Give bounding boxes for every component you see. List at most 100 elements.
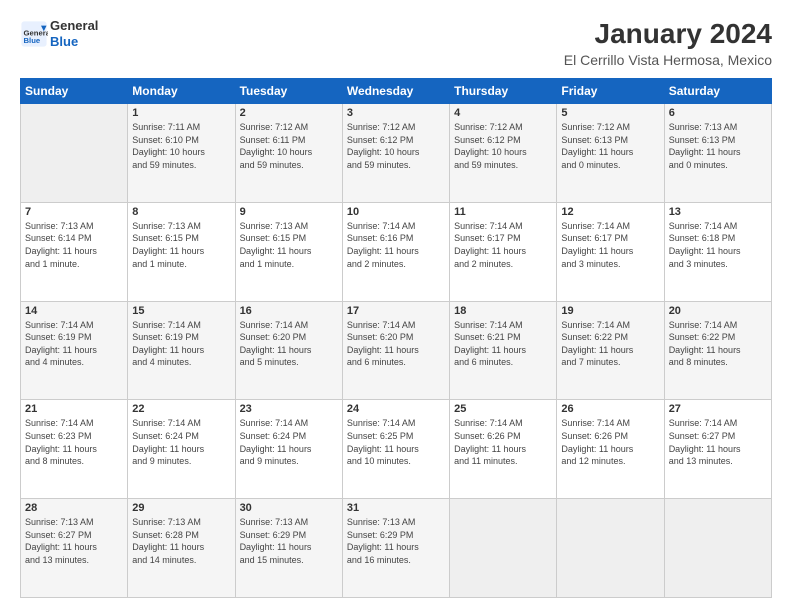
day-info: Sunrise: 7:14 AMSunset: 6:24 PMDaylight:… [132, 417, 230, 467]
calendar-cell: 22 Sunrise: 7:14 AMSunset: 6:24 PMDayligh… [128, 400, 235, 499]
title-block: January 2024 El Cerrillo Vista Hermosa, … [564, 18, 772, 68]
calendar-week-1: 1 Sunrise: 7:11 AMSunset: 6:10 PMDaylight… [21, 104, 772, 203]
day-info: Sunrise: 7:12 AMSunset: 6:13 PMDaylight:… [561, 121, 659, 171]
calendar-week-5: 28Sunrise: 7:13 AMSunset: 6:27 PMDayligh… [21, 499, 772, 598]
calendar-cell: 3 Sunrise: 7:12 AMSunset: 6:12 PMDaylight… [342, 104, 449, 203]
day-number: 29 [132, 502, 230, 514]
day-number: 6 [669, 107, 767, 119]
day-info: Sunrise: 7:14 AMSunset: 6:17 PMDaylight:… [561, 220, 659, 270]
day-info: Sunrise: 7:14 AMSunset: 6:26 PMDaylight:… [561, 417, 659, 467]
calendar-header-tuesday: Tuesday [235, 79, 342, 104]
calendar-cell: 7 Sunrise: 7:13 AMSunset: 6:14 PMDaylight… [21, 202, 128, 301]
day-number: 3 [347, 107, 445, 119]
day-number: 20 [669, 305, 767, 317]
calendar-cell: 13 Sunrise: 7:14 AMSunset: 6:18 PMDayligh… [664, 202, 771, 301]
calendar-cell: 20 Sunrise: 7:14 AMSunset: 6:22 PMDayligh… [664, 301, 771, 400]
day-info: Sunrise: 7:14 AMSunset: 6:19 PMDaylight:… [132, 319, 230, 369]
day-number: 13 [669, 206, 767, 218]
day-number: 7 [25, 206, 123, 218]
day-info: Sunrise: 7:14 AMSunset: 6:20 PMDaylight:… [347, 319, 445, 369]
calendar-header-monday: Monday [128, 79, 235, 104]
day-info: Sunrise: 7:13 AMSunset: 6:28 PMDaylight:… [132, 516, 230, 566]
page: General Blue General Blue January 2024 E… [0, 0, 792, 612]
day-number: 31 [347, 502, 445, 514]
day-info: Sunrise: 7:13 AMSunset: 6:29 PMDaylight:… [347, 516, 445, 566]
day-info: Sunrise: 7:12 AMSunset: 6:12 PMDaylight:… [347, 121, 445, 171]
calendar-cell: 24 Sunrise: 7:14 AMSunset: 6:25 PMDayligh… [342, 400, 449, 499]
day-info: Sunrise: 7:14 AMSunset: 6:19 PMDaylight:… [25, 319, 123, 369]
calendar-cell: 30Sunrise: 7:13 AMSunset: 6:29 PMDayligh… [235, 499, 342, 598]
calendar-cell: 18 Sunrise: 7:14 AMSunset: 6:21 PMDayligh… [450, 301, 557, 400]
day-number: 1 [132, 107, 230, 119]
calendar-cell: 21 Sunrise: 7:14 AMSunset: 6:23 PMDayligh… [21, 400, 128, 499]
day-number: 26 [561, 403, 659, 415]
calendar-week-4: 21 Sunrise: 7:14 AMSunset: 6:23 PMDayligh… [21, 400, 772, 499]
day-info: Sunrise: 7:13 AMSunset: 6:15 PMDaylight:… [132, 220, 230, 270]
calendar-header-sunday: Sunday [21, 79, 128, 104]
day-info: Sunrise: 7:11 AMSunset: 6:10 PMDaylight:… [132, 121, 230, 171]
calendar-cell: 9 Sunrise: 7:13 AMSunset: 6:15 PMDaylight… [235, 202, 342, 301]
calendar-cell: 10 Sunrise: 7:14 AMSunset: 6:16 PMDayligh… [342, 202, 449, 301]
calendar-cell: 17 Sunrise: 7:14 AMSunset: 6:20 PMDayligh… [342, 301, 449, 400]
calendar-cell: 5 Sunrise: 7:12 AMSunset: 6:13 PMDaylight… [557, 104, 664, 203]
day-info: Sunrise: 7:14 AMSunset: 6:24 PMDaylight:… [240, 417, 338, 467]
calendar-cell: 2Sunrise: 7:12 AMSunset: 6:11 PMDaylight… [235, 104, 342, 203]
calendar-cell: 16 Sunrise: 7:14 AMSunset: 6:20 PMDayligh… [235, 301, 342, 400]
day-number: 22 [132, 403, 230, 415]
calendar-cell: 19Sunrise: 7:14 AMSunset: 6:22 PMDayligh… [557, 301, 664, 400]
day-number: 18 [454, 305, 552, 317]
calendar-week-2: 7 Sunrise: 7:13 AMSunset: 6:14 PMDaylight… [21, 202, 772, 301]
day-info: Sunrise: 7:14 AMSunset: 6:27 PMDaylight:… [669, 417, 767, 467]
svg-text:Blue: Blue [24, 36, 41, 45]
calendar-cell [450, 499, 557, 598]
main-title: January 2024 [564, 18, 772, 50]
calendar-cell [664, 499, 771, 598]
calendar-header-row: SundayMondayTuesdayWednesdayThursdayFrid… [21, 79, 772, 104]
day-number: 25 [454, 403, 552, 415]
day-number: 30 [240, 502, 338, 514]
calendar-cell: 26 Sunrise: 7:14 AMSunset: 6:26 PMDayligh… [557, 400, 664, 499]
day-info: Sunrise: 7:14 AMSunset: 6:16 PMDaylight:… [347, 220, 445, 270]
calendar-header-saturday: Saturday [664, 79, 771, 104]
day-number: 28 [25, 502, 123, 514]
day-info: Sunrise: 7:12 AMSunset: 6:12 PMDaylight:… [454, 121, 552, 171]
calendar-cell: 11Sunrise: 7:14 AMSunset: 6:17 PMDayligh… [450, 202, 557, 301]
day-info: Sunrise: 7:14 AMSunset: 6:20 PMDaylight:… [240, 319, 338, 369]
day-info: Sunrise: 7:14 AMSunset: 6:26 PMDaylight:… [454, 417, 552, 467]
day-info: Sunrise: 7:14 AMSunset: 6:18 PMDaylight:… [669, 220, 767, 270]
day-number: 17 [347, 305, 445, 317]
calendar-cell: 4 Sunrise: 7:12 AMSunset: 6:12 PMDaylight… [450, 104, 557, 203]
day-info: Sunrise: 7:14 AMSunset: 6:23 PMDaylight:… [25, 417, 123, 467]
day-number: 4 [454, 107, 552, 119]
day-number: 24 [347, 403, 445, 415]
calendar-cell: 28Sunrise: 7:13 AMSunset: 6:27 PMDayligh… [21, 499, 128, 598]
day-number: 5 [561, 107, 659, 119]
calendar-table: SundayMondayTuesdayWednesdayThursdayFrid… [20, 78, 772, 598]
subtitle: El Cerrillo Vista Hermosa, Mexico [564, 52, 772, 68]
day-number: 19 [561, 305, 659, 317]
day-number: 9 [240, 206, 338, 218]
calendar-cell: 15 Sunrise: 7:14 AMSunset: 6:19 PMDayligh… [128, 301, 235, 400]
calendar-cell [21, 104, 128, 203]
day-number: 15 [132, 305, 230, 317]
day-info: Sunrise: 7:13 AMSunset: 6:14 PMDaylight:… [25, 220, 123, 270]
day-info: Sunrise: 7:14 AMSunset: 6:21 PMDaylight:… [454, 319, 552, 369]
day-info: Sunrise: 7:13 AMSunset: 6:15 PMDaylight:… [240, 220, 338, 270]
day-number: 10 [347, 206, 445, 218]
calendar-header-thursday: Thursday [450, 79, 557, 104]
day-number: 16 [240, 305, 338, 317]
calendar-cell: 8Sunrise: 7:13 AMSunset: 6:15 PMDaylight… [128, 202, 235, 301]
logo-icon: General Blue [20, 20, 48, 48]
calendar-cell: 6 Sunrise: 7:13 AMSunset: 6:13 PMDaylight… [664, 104, 771, 203]
calendar-header-friday: Friday [557, 79, 664, 104]
day-info: Sunrise: 7:14 AMSunset: 6:22 PMDaylight:… [669, 319, 767, 369]
calendar-cell: 12 Sunrise: 7:14 AMSunset: 6:17 PMDayligh… [557, 202, 664, 301]
day-number: 12 [561, 206, 659, 218]
logo-text: General Blue [50, 18, 98, 49]
day-info: Sunrise: 7:13 AMSunset: 6:13 PMDaylight:… [669, 121, 767, 171]
day-info: Sunrise: 7:14 AMSunset: 6:17 PMDaylight:… [454, 220, 552, 270]
day-number: 21 [25, 403, 123, 415]
header: General Blue General Blue January 2024 E… [20, 18, 772, 68]
logo: General Blue General Blue [20, 18, 98, 49]
day-info: Sunrise: 7:14 AMSunset: 6:25 PMDaylight:… [347, 417, 445, 467]
